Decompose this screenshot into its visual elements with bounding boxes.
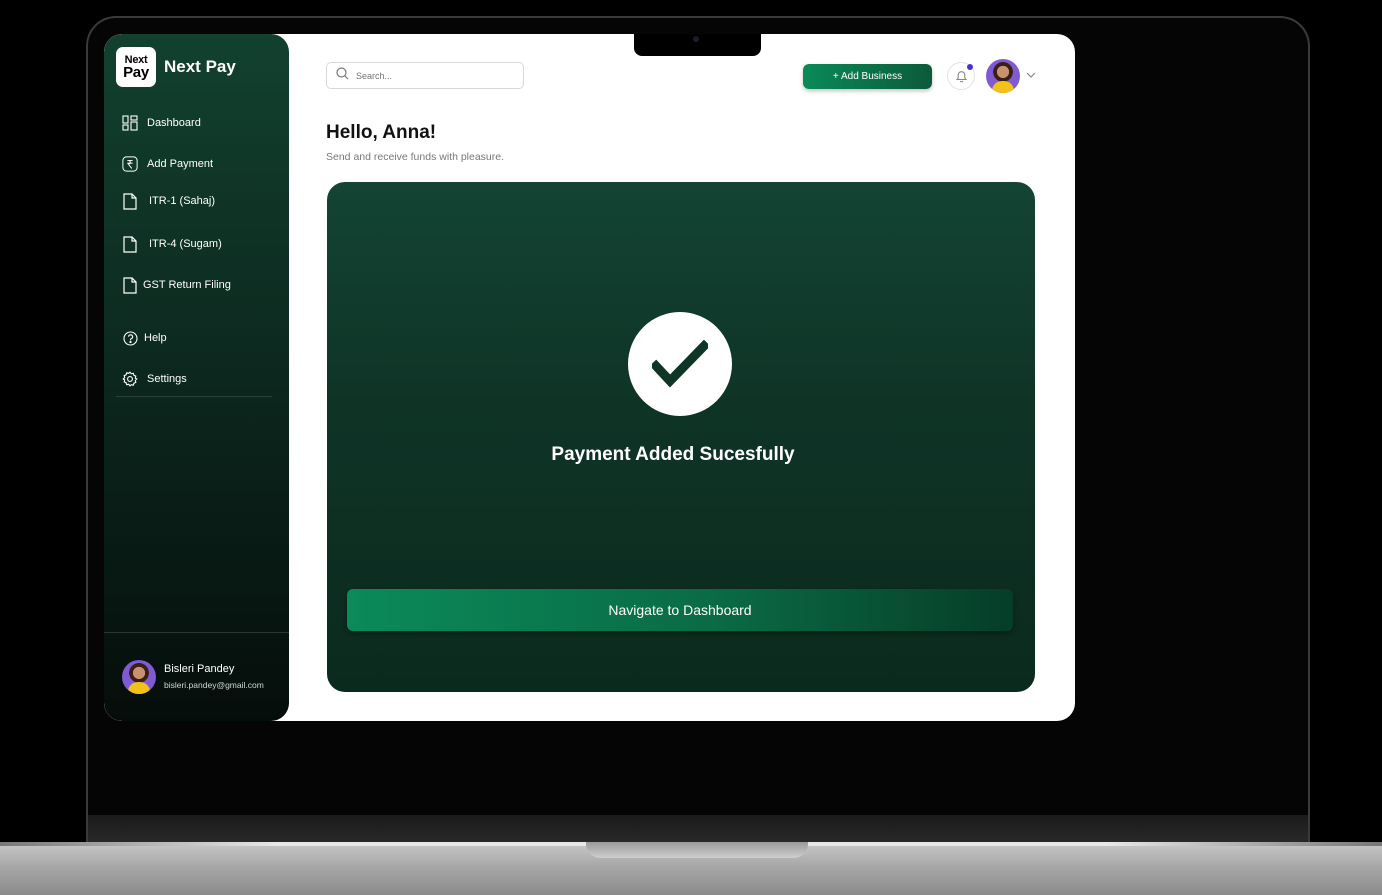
page-subtitle: Send and receive funds with pleasure. bbox=[326, 151, 505, 163]
sidebar-item-dashboard[interactable]: Dashboard bbox=[122, 114, 201, 132]
search-input[interactable] bbox=[356, 70, 516, 81]
document-icon bbox=[122, 276, 138, 294]
success-message: Payment Added Sucesfully bbox=[551, 444, 795, 465]
sidebar-item-label: Settings bbox=[147, 373, 187, 385]
sidebar-footer-divider bbox=[104, 632, 289, 633]
success-badge bbox=[628, 312, 732, 416]
logo-text-line2: Pay bbox=[123, 64, 149, 81]
sidebar-divider bbox=[116, 396, 272, 397]
notification-button[interactable] bbox=[947, 62, 975, 90]
sidebar-item-add-payment[interactable]: Add Payment bbox=[122, 155, 213, 173]
camera-notch bbox=[634, 34, 761, 56]
navigate-dashboard-button[interactable]: Navigate to Dashboard bbox=[347, 589, 1013, 631]
bell-icon bbox=[955, 71, 967, 83]
sidebar-item-label: Help bbox=[144, 332, 167, 344]
sidebar-item-label: GST Return Filing bbox=[143, 279, 231, 291]
user-email: bisleri.pandey@gmail.com bbox=[164, 680, 264, 690]
search-box[interactable] bbox=[326, 62, 524, 89]
search-icon bbox=[336, 66, 349, 85]
sidebar-item-help[interactable]: Help bbox=[122, 329, 167, 347]
sidebar-item-label: ITR-4 (Sugam) bbox=[149, 238, 222, 250]
laptop-opening-notch bbox=[586, 842, 808, 858]
rupee-icon bbox=[122, 155, 138, 173]
help-icon bbox=[122, 329, 138, 347]
user-avatar[interactable] bbox=[122, 660, 156, 694]
success-card: Payment Added Sucesfully Navigate to Das… bbox=[327, 182, 1035, 692]
notification-badge bbox=[967, 64, 973, 70]
add-business-button[interactable]: + Add Business bbox=[803, 64, 932, 89]
chevron-down-icon[interactable] bbox=[1025, 69, 1037, 81]
sidebar-item-settings[interactable]: Settings bbox=[122, 370, 187, 388]
document-icon bbox=[122, 192, 138, 210]
sidebar-item-itr1[interactable]: ITR-1 (Sahaj) bbox=[122, 192, 215, 210]
dashboard-icon bbox=[122, 114, 138, 132]
app-screen: Next Pay Next Pay Dashboard Add Payment … bbox=[104, 34, 1075, 721]
page-title: Hello, Anna! bbox=[326, 122, 437, 143]
document-icon bbox=[122, 235, 138, 253]
app-logo: Next Pay bbox=[116, 47, 156, 87]
gear-icon bbox=[122, 370, 138, 388]
app-name: Next Pay bbox=[164, 57, 236, 76]
sidebar-item-label: Add Payment bbox=[147, 158, 214, 170]
sidebar-item-itr4[interactable]: ITR-4 (Sugam) bbox=[122, 235, 222, 253]
sidebar-item-gst[interactable]: GST Return Filing bbox=[122, 276, 231, 294]
camera-icon bbox=[693, 36, 699, 42]
profile-avatar[interactable] bbox=[986, 59, 1020, 93]
sidebar: Next Pay Next Pay Dashboard Add Payment … bbox=[104, 34, 289, 721]
sidebar-item-label: Dashboard bbox=[147, 117, 201, 129]
user-name: Bisleri Pandey bbox=[164, 663, 235, 675]
sidebar-item-label: ITR-1 (Sahaj) bbox=[149, 195, 216, 207]
checkmark-icon bbox=[652, 340, 708, 388]
